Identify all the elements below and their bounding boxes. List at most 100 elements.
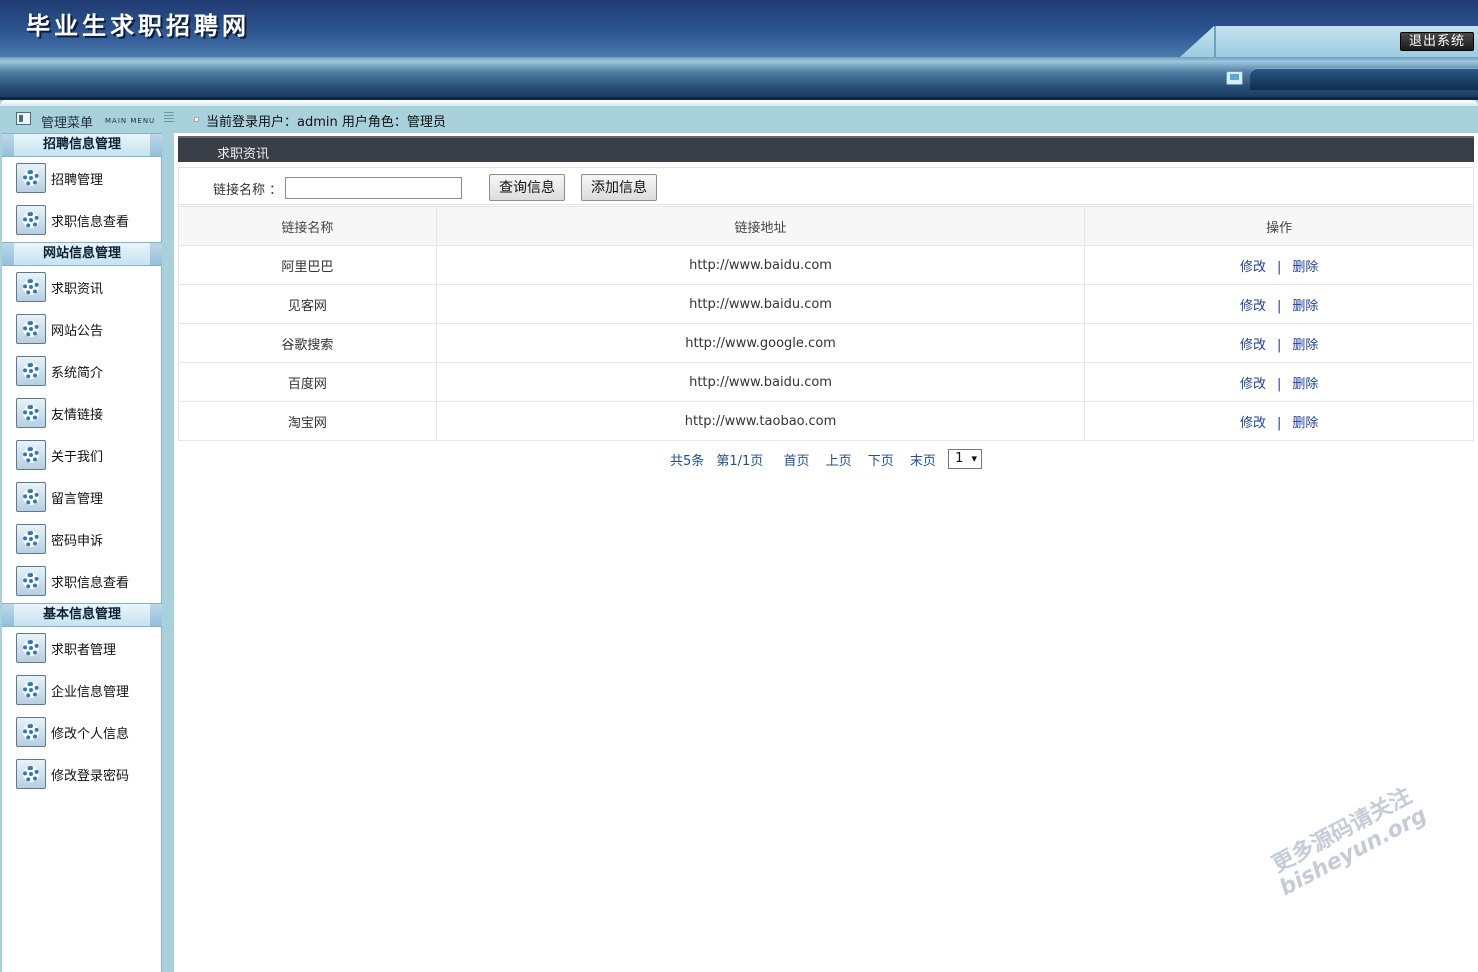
link-name-cell: 谷歌搜索 (178, 323, 437, 363)
sidebar-item[interactable]: 求职信息查看 (2, 198, 162, 240)
table-row: 谷歌搜索 http://www.google.com 修改 | 删除 (178, 323, 1474, 363)
sidebar-item[interactable]: 修改登录密码 (2, 752, 162, 794)
sidebar-item[interactable]: 修改个人信息 (2, 710, 162, 752)
link-url-cell: http://www.baidu.com (435, 284, 1086, 324)
delete-link[interactable]: 删除 (1292, 377, 1318, 392)
table-header-row: 链接名称 链接地址 操作 (178, 206, 1474, 246)
delete-link[interactable]: 删除 (1292, 416, 1318, 431)
panel-titlebar: 求职资讯 (178, 136, 1474, 162)
query-button[interactable]: 查询信息 (489, 174, 565, 201)
sidebar-item[interactable]: 求职信息查看 (2, 559, 162, 601)
table-row: 淘宝网 http://www.taobao.com 修改 | 删除 (178, 401, 1474, 441)
link-name-cell: 淘宝网 (178, 401, 437, 441)
pagination-first-link[interactable]: 首页 (783, 450, 809, 469)
add-button[interactable]: 添加信息 (581, 174, 657, 201)
menu-header-title: 管理菜单 (41, 116, 94, 131)
sidebar-item-label: 修改个人信息 (51, 727, 130, 742)
main-content: 求职资讯 链接名称 ： 查询信息 添加信息 链接名称 链接地址 操作 阿里巴巴 h… (174, 133, 1478, 972)
actions-cell: 修改 | 删除 (1084, 323, 1474, 363)
menu-group-title[interactable]: 网站信息管理 (2, 242, 162, 266)
search-row: 链接名称 ： 查询信息 添加信息 (178, 167, 1474, 205)
gear-icon (16, 398, 46, 428)
column-header-url: 链接地址 (435, 206, 1086, 246)
gear-icon (16, 675, 46, 705)
menu-group-title[interactable]: 基本信息管理 (2, 603, 162, 627)
delete-link[interactable]: 删除 (1292, 338, 1318, 353)
sidebar-item[interactable]: 密码申诉 (2, 517, 162, 559)
status-bullet-icon (194, 117, 199, 122)
search-input[interactable] (285, 177, 462, 199)
sidebar: 招聘信息管理 招聘管理 求职信息查看 网站信息管理 求职资讯 网站公告 系统简介 友情链接 关于… (2, 133, 162, 972)
action-separator: | (1276, 376, 1282, 392)
monitor-icon (1226, 71, 1243, 85)
actions-cell: 修改 | 删除 (1084, 401, 1474, 441)
table-row: 百度网 http://www.baidu.com 修改 | 删除 (178, 362, 1474, 402)
action-separator: | (1276, 337, 1282, 353)
logout-button[interactable]: 退出系统 (1400, 32, 1474, 51)
pagination-next-link[interactable]: 下页 (868, 450, 894, 469)
actions-cell: 修改 | 删除 (1084, 245, 1474, 285)
table-row: 见客网 http://www.baidu.com 修改 | 删除 (178, 284, 1474, 324)
sidebar-item-label: 求职资讯 (51, 282, 104, 297)
edit-link[interactable]: 修改 (1240, 299, 1266, 314)
table-row: 阿里巴巴 http://www.baidu.com 修改 | 删除 (178, 245, 1474, 285)
gear-icon (16, 566, 46, 596)
link-name-cell: 百度网 (178, 362, 437, 402)
sidebar-item-label: 招聘管理 (51, 173, 104, 188)
sidebar-item[interactable]: 企业信息管理 (2, 668, 162, 710)
pagination-total: 共5条 (669, 453, 705, 469)
gear-icon (16, 759, 46, 789)
nav-right-panel (1250, 68, 1478, 90)
pagination-prev-link[interactable]: 上页 (826, 450, 852, 469)
edit-link[interactable]: 修改 (1240, 260, 1266, 275)
login-status: 当前登录用户：admin 用户角色：管理员 (206, 115, 446, 130)
sidebar-item[interactable]: 关于我们 (2, 433, 162, 475)
sidebar-item-label: 求职信息查看 (51, 576, 130, 591)
menu-header-subtitle: MAIN MENU (105, 117, 156, 125)
sidebar-item[interactable]: 留言管理 (2, 475, 162, 517)
link-name-cell: 阿里巴巴 (178, 245, 437, 285)
link-url-cell: http://www.google.com (435, 323, 1086, 363)
edit-link[interactable]: 修改 (1240, 416, 1266, 431)
frame-top-edge (0, 100, 1478, 106)
sidebar-item-label: 友情链接 (51, 408, 104, 423)
pagination-last-link[interactable]: 末页 (910, 450, 936, 469)
sidebar-item[interactable]: 求职者管理 (2, 626, 162, 668)
sidebar-item-label: 企业信息管理 (51, 685, 130, 700)
link-name-cell: 见客网 (178, 284, 437, 324)
action-separator: | (1276, 259, 1282, 275)
sidebar-item-label: 关于我们 (51, 450, 104, 465)
sidebar-item-label: 留言管理 (51, 492, 104, 507)
sidebar-item[interactable]: 网站公告 (2, 307, 162, 349)
page-select[interactable]: 1 (948, 449, 983, 469)
sidebar-item-label: 密码申诉 (51, 534, 104, 549)
action-separator: | (1276, 415, 1282, 431)
sidebar-item[interactable]: 招聘管理 (2, 156, 162, 198)
panel-title: 求职资讯 (217, 147, 270, 162)
sidebar-item-label: 求职者管理 (51, 643, 117, 658)
gear-icon (16, 356, 46, 386)
sidebar-item[interactable]: 友情链接 (2, 391, 162, 433)
link-url-cell: http://www.baidu.com (435, 362, 1086, 402)
actions-cell: 修改 | 删除 (1084, 362, 1474, 402)
site-title: 毕业生求职招聘网 (26, 11, 250, 40)
sidebar-item[interactable]: 系统简介 (2, 349, 162, 391)
gear-icon (16, 633, 46, 663)
gear-icon (16, 314, 46, 344)
menu-group-title[interactable]: 招聘信息管理 (2, 133, 162, 157)
gear-icon (16, 717, 46, 747)
action-separator: | (1276, 298, 1282, 314)
table-body: 阿里巴巴 http://www.baidu.com 修改 | 删除 见客网 http://w… (178, 245, 1474, 441)
gear-icon (16, 163, 46, 193)
menu-panel-icon (16, 112, 31, 125)
sidebar-item[interactable]: 求职资讯 (2, 265, 162, 307)
gear-icon (16, 440, 46, 470)
gear-icon (16, 205, 46, 235)
sidebar-item-label: 修改登录密码 (51, 769, 130, 784)
pagination-page-info: 第1/1页 (716, 453, 764, 469)
delete-link[interactable]: 删除 (1292, 299, 1318, 314)
edit-link[interactable]: 修改 (1240, 338, 1266, 353)
delete-link[interactable]: 删除 (1292, 260, 1318, 275)
edit-link[interactable]: 修改 (1240, 377, 1266, 392)
menu-collapse-icon[interactable] (164, 112, 174, 123)
